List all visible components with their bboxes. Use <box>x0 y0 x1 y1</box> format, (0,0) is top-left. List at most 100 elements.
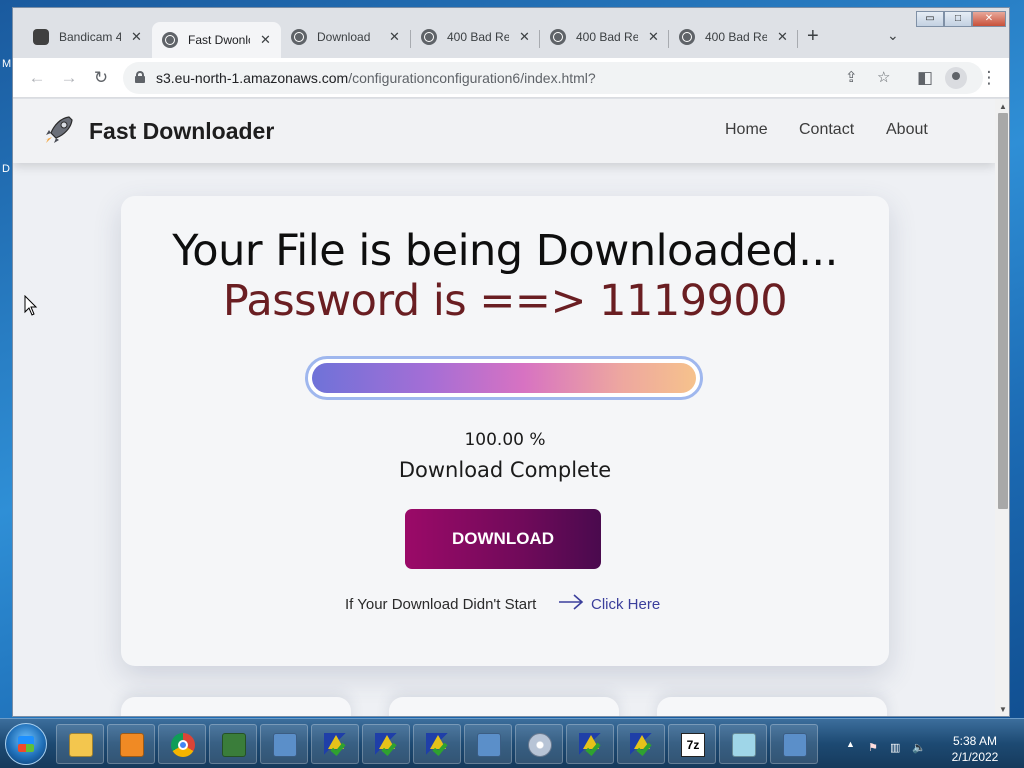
close-icon[interactable]: ✕ <box>131 29 142 45</box>
nav-home[interactable]: Home <box>725 121 768 139</box>
scroll-up-arrow-icon[interactable]: ▲ <box>999 102 1007 111</box>
taskbar-app-button[interactable] <box>515 724 563 764</box>
progress-bar <box>305 356 703 400</box>
reload-button[interactable]: ↻ <box>89 66 113 90</box>
forward-button[interactable]: → <box>57 66 81 90</box>
feature-card <box>657 697 887 716</box>
tab-title: Fast Dwonlo <box>188 33 250 47</box>
maximize-button[interactable]: □ <box>944 11 972 27</box>
clock-time: 5:38 AM <box>952 734 998 748</box>
close-icon[interactable]: ✕ <box>519 29 530 45</box>
folder-icon <box>69 733 93 757</box>
page-viewport: Fast Downloader Home Contact About Your … <box>13 99 995 716</box>
mouse-cursor-icon <box>24 295 38 316</box>
page-scrollbar[interactable]: ▲ ▼ <box>995 99 1009 716</box>
action-center-flag-icon[interactable]: ⚑ <box>868 741 882 754</box>
taskbar-app-button[interactable] <box>617 724 665 764</box>
taskbar-app-button[interactable] <box>209 724 257 764</box>
nav-contact[interactable]: Contact <box>799 121 854 139</box>
scroll-down-arrow-icon[interactable]: ▼ <box>999 705 1007 714</box>
arrow-right-icon <box>559 594 584 610</box>
network-icon <box>477 733 501 757</box>
password-text: Password is ==> 1119900 <box>222 276 788 326</box>
network-icon <box>783 733 807 757</box>
progress-fill <box>312 363 696 393</box>
task-manager-icon <box>222 733 246 757</box>
profile-avatar-icon[interactable] <box>945 67 967 89</box>
close-icon[interactable]: ✕ <box>389 29 400 45</box>
fallback-hint-text: If Your Download Didn't Start <box>345 596 537 613</box>
download-button[interactable]: DOWNLOAD <box>405 509 601 569</box>
system-clock[interactable]: 5:38 AM 2/1/2022 <box>940 733 1010 765</box>
progress-percent: 100.00 % <box>464 430 546 450</box>
address-bar[interactable]: s3.eu-north-1.amazonaws.com/configuratio… <box>123 62 983 94</box>
tab-separator <box>797 30 798 48</box>
7zip-icon: 7z <box>681 733 705 757</box>
taskbar-app-button[interactable] <box>107 724 155 764</box>
globe-icon <box>550 29 566 45</box>
minimize-button[interactable]: ▭ <box>916 11 944 27</box>
chrome-icon <box>171 733 195 757</box>
taskbar-app-button[interactable] <box>719 724 767 764</box>
tray-expand-icon[interactable]: ▲ <box>846 739 855 749</box>
taskbar-app-button[interactable]: 7z <box>668 724 716 764</box>
tab-title: 400 Bad Re <box>705 30 767 44</box>
tab-bad-request-2[interactable]: 400 Bad Re ✕ <box>540 22 669 52</box>
tab-title: Bandicam 4 <box>59 30 121 44</box>
taskbar-app-button[interactable] <box>311 724 359 764</box>
back-button[interactable]: ← <box>25 66 49 90</box>
media-player-icon <box>120 733 144 757</box>
globe-icon <box>291 29 307 45</box>
scroll-thumb[interactable] <box>998 113 1008 509</box>
url-text: s3.eu-north-1.amazonaws.com/configuratio… <box>156 70 596 86</box>
warning-check-icon <box>324 733 348 757</box>
side-panel-icon[interactable]: ◧ <box>913 66 937 90</box>
clock-date: 2/1/2022 <box>951 750 999 764</box>
taskbar-app-button[interactable] <box>362 724 410 764</box>
feature-card <box>389 697 619 716</box>
globe-icon <box>679 29 695 45</box>
network-icon <box>273 733 297 757</box>
lock-icon[interactable] <box>135 71 145 83</box>
start-button[interactable] <box>5 723 47 765</box>
taskbar-app-button[interactable] <box>566 724 614 764</box>
tab-title: 400 Bad Re <box>576 30 638 44</box>
close-icon[interactable]: ✕ <box>260 32 271 48</box>
tab-bandicam[interactable]: Bandicam 4 ✕ <box>23 22 152 52</box>
tab-search-button[interactable]: ⌄ <box>887 27 899 44</box>
taskbar-app-button[interactable] <box>56 724 104 764</box>
globe-icon <box>421 29 437 45</box>
download-status: Download Complete <box>398 458 612 482</box>
taskbar-app-button[interactable] <box>158 724 206 764</box>
window-close-button[interactable]: ✕ <box>972 11 1006 27</box>
volume-icon[interactable]: 🔈 <box>912 741 926 754</box>
browser-toolbar: ← → ↻ s3.eu-north-1.amazonaws.com/config… <box>13 58 1009 98</box>
taskbar-app-button[interactable] <box>260 724 308 764</box>
browser-menu-icon[interactable]: ⋮ <box>977 66 1001 90</box>
tab-fast-downloader[interactable]: Fast Dwonlo ✕ <box>152 22 281 58</box>
warning-check-icon <box>426 733 450 757</box>
disc-icon <box>528 733 552 757</box>
tab-title: Download <box>317 30 371 44</box>
network-tray-icon[interactable]: ▥ <box>890 741 904 754</box>
tab-bad-request-1[interactable]: 400 Bad Re ✕ <box>411 22 540 52</box>
taskbar-app-button[interactable] <box>770 724 818 764</box>
feature-card <box>121 697 351 716</box>
globe-icon <box>162 32 178 48</box>
site-brand[interactable]: Fast Downloader <box>89 118 274 145</box>
url-host: s3.eu-north-1.amazonaws.com <box>156 70 349 86</box>
share-icon[interactable]: ⇪ <box>845 68 858 86</box>
tab-download[interactable]: Download ✕ <box>281 22 410 52</box>
close-icon[interactable]: ✕ <box>777 29 788 45</box>
click-here-link[interactable]: Click Here <box>591 596 660 613</box>
taskbar-app-button[interactable] <box>464 724 512 764</box>
taskbar: 7z ▲ ⚑ ▥ 🔈 5:38 AM 2/1/2022 <box>0 718 1024 768</box>
nav-about[interactable]: About <box>886 121 928 139</box>
bandicam-icon <box>33 29 49 45</box>
bookmark-star-icon[interactable]: ☆ <box>877 68 890 86</box>
close-icon[interactable]: ✕ <box>648 29 659 45</box>
new-tab-button[interactable]: + <box>807 25 819 48</box>
tab-bad-request-3[interactable]: 400 Bad Re ✕ <box>669 22 798 52</box>
warning-check-icon <box>630 733 654 757</box>
taskbar-app-button[interactable] <box>413 724 461 764</box>
